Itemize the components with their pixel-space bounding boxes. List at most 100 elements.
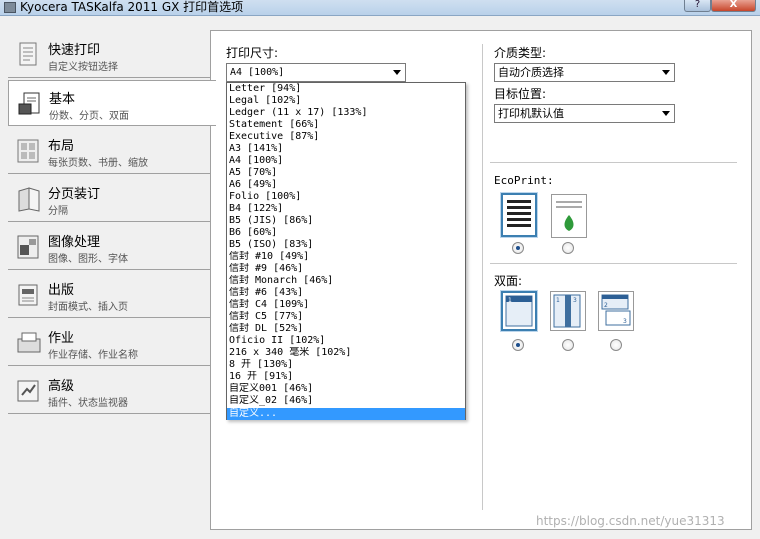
dropdown-option[interactable]: 信封 C5 [77%]	[227, 311, 465, 323]
publishing-icon	[18, 284, 38, 306]
dropdown-option[interactable]: B6 [60%]	[227, 227, 465, 239]
sidebar-item-label: 作业	[48, 331, 75, 346]
dropdown-option[interactable]: B5 (JIS) [86%]	[227, 215, 465, 227]
sidebar-item-sub: 份数、分页、双面	[49, 111, 129, 122]
dropdown-option[interactable]: 自定义001 [46%]	[227, 383, 465, 395]
print-size-select[interactable]: A4 [100%]	[226, 63, 406, 82]
sidebar-item-basic[interactable]: 基本 份数、分页、双面	[8, 80, 216, 126]
eco-leaf-page-icon	[556, 201, 582, 231]
basic-doc-icon	[18, 92, 40, 115]
dropdown-option[interactable]: B5 (ISO) [83%]	[227, 239, 465, 251]
svg-text:1: 1	[508, 297, 512, 304]
close-button[interactable]: X	[711, 0, 756, 12]
column-divider	[482, 44, 483, 510]
dropdown-option[interactable]: 216 x 340 毫米 [102%]	[227, 347, 465, 359]
svg-text:1: 1	[556, 297, 560, 304]
svg-text:3: 3	[623, 318, 627, 325]
ecoprint-on-radio[interactable]	[562, 242, 574, 254]
print-size-label: 打印尺寸:	[226, 46, 279, 60]
imaging-icon	[17, 235, 39, 259]
sidebar-item-imaging[interactable]: 图像处理 图像、图形、字体	[8, 224, 210, 270]
title-bar: Kyocera TASKalfa 2011 GX 打印首选项 ? X	[0, 0, 760, 16]
sidebar-item-sub: 插件、状态监视器	[48, 398, 128, 409]
advanced-icon	[17, 380, 39, 402]
duplex-off-option[interactable]: 1	[501, 291, 537, 331]
layout-icon	[17, 139, 39, 163]
sidebar-item-publishing[interactable]: 出版 封面模式、插入页	[8, 272, 210, 318]
sidebar-item-sub: 图像、图形、字体	[48, 254, 128, 265]
dropdown-option[interactable]: 16 开 [91%]	[227, 371, 465, 383]
dropdown-option[interactable]: Oficio II [102%]	[227, 335, 465, 347]
sidebar-item-layout[interactable]: 布局 每张页数、书册、缩放	[8, 128, 210, 174]
dropdown-option[interactable]: 8 开 [130%]	[227, 359, 465, 371]
sidebar-item-sub: 每张页数、书册、缩放	[48, 158, 148, 169]
dropdown-option[interactable]: 信封 DL [52%]	[227, 323, 465, 335]
media-type-select[interactable]: 自动介质选择	[494, 63, 675, 82]
svg-text:2: 2	[604, 302, 608, 309]
finishing-icon	[18, 187, 40, 212]
dropdown-option[interactable]: A4 [100%]	[227, 155, 465, 167]
sidebar-item-label: 布局	[48, 139, 75, 154]
dropdown-option[interactable]: Statement [66%]	[227, 119, 465, 131]
destination-label: 目标位置:	[494, 87, 547, 101]
divider	[490, 263, 737, 264]
media-type-label: 介质类型:	[494, 46, 547, 60]
flip-short-edge-icon: 2 3	[601, 294, 631, 326]
sidebar-item-sub: 自定义按钮选择	[48, 62, 118, 73]
dropdown-option[interactable]: Ledger (11 x 17) [133%]	[227, 107, 465, 119]
duplex-long-edge-option[interactable]: 1 3	[550, 291, 586, 331]
duplex-off-radio[interactable]	[512, 339, 524, 351]
sidebar-item-quick-print[interactable]: 快速打印 自定义按钮选择	[8, 32, 210, 78]
sidebar-item-label: 高级	[48, 379, 75, 394]
sidebar-item-label: 图像处理	[48, 235, 101, 250]
dropdown-option[interactable]: 信封 Monarch [46%]	[227, 275, 465, 287]
full-toner-page-icon	[507, 200, 531, 227]
sidebar-item-finishing[interactable]: 分页装订 分隔	[8, 176, 210, 222]
ecoprint-on-option[interactable]	[551, 194, 587, 238]
dropdown-option[interactable]: Letter [94%]	[227, 83, 465, 95]
svg-text:3: 3	[573, 297, 577, 304]
dropdown-option[interactable]: A6 [49%]	[227, 179, 465, 191]
window-title: Kyocera TASKalfa 2011 GX 打印首选项	[20, 0, 244, 14]
dropdown-option[interactable]: Folio [100%]	[227, 191, 465, 203]
ecoprint-label: EcoPrint:	[494, 174, 554, 187]
sidebar-item-sub: 分隔	[48, 206, 68, 217]
destination-value: 打印机默认值	[498, 107, 564, 120]
flip-long-edge-icon: 1 3	[553, 294, 581, 328]
dropdown-option[interactable]: B4 [122%]	[227, 203, 465, 215]
sidebar-item-label: 快速打印	[48, 43, 101, 58]
print-size-value: A4 [100%]	[230, 67, 285, 78]
watermark-text: https://blog.csdn.net/yue31313	[536, 514, 725, 528]
sidebar-item-label: 分页装订	[48, 187, 101, 202]
dropdown-option[interactable]: 自定义_02 [46%]	[227, 395, 465, 407]
duplex-long-edge-radio[interactable]	[562, 339, 574, 351]
dropdown-option[interactable]: A5 [70%]	[227, 167, 465, 179]
printer-app-icon	[4, 2, 16, 13]
media-type-value: 自动介质选择	[498, 66, 564, 79]
dropdown-option[interactable]: A3 [141%]	[227, 143, 465, 155]
help-button[interactable]: ?	[684, 0, 711, 12]
chevron-down-icon	[662, 70, 670, 75]
duplex-label: 双面:	[494, 274, 523, 288]
sidebar: 快速打印 自定义按钮选择 基本 份数、分页、双面 布局 每张页数、书册、缩放 分…	[0, 16, 216, 539]
dropdown-option[interactable]: 信封 #10 [49%]	[227, 251, 465, 263]
sidebar-item-label: 出版	[48, 283, 75, 298]
chevron-down-icon	[662, 111, 670, 116]
dropdown-option[interactable]: 信封 #9 [46%]	[227, 263, 465, 275]
ecoprint-off-radio[interactable]	[512, 242, 524, 254]
duplex-short-edge-option[interactable]: 2 3	[598, 291, 634, 331]
dropdown-option[interactable]: Executive [87%]	[227, 131, 465, 143]
dropdown-option[interactable]: 自定义...	[227, 408, 465, 420]
duplex-short-edge-radio[interactable]	[610, 339, 622, 351]
ecoprint-off-option[interactable]	[501, 193, 537, 237]
print-size-dropdown-list[interactable]: Letter [94%] Legal [102%] Ledger (11 x 17)…	[226, 82, 466, 420]
dropdown-option[interactable]: 信封 #6 [43%]	[227, 287, 465, 299]
dropdown-option[interactable]: Legal [102%]	[227, 95, 465, 107]
sidebar-item-advanced[interactable]: 高级 插件、状态监视器	[8, 368, 210, 414]
sidebar-item-sub: 作业存储、作业名称	[48, 350, 138, 361]
sidebar-item-label: 基本	[49, 92, 76, 107]
destination-select[interactable]: 打印机默认值	[494, 104, 675, 123]
quick-print-icon	[19, 42, 37, 66]
sidebar-item-job[interactable]: 作业 作业存储、作业名称	[8, 320, 210, 366]
dropdown-option[interactable]: 信封 C4 [109%]	[227, 299, 465, 311]
